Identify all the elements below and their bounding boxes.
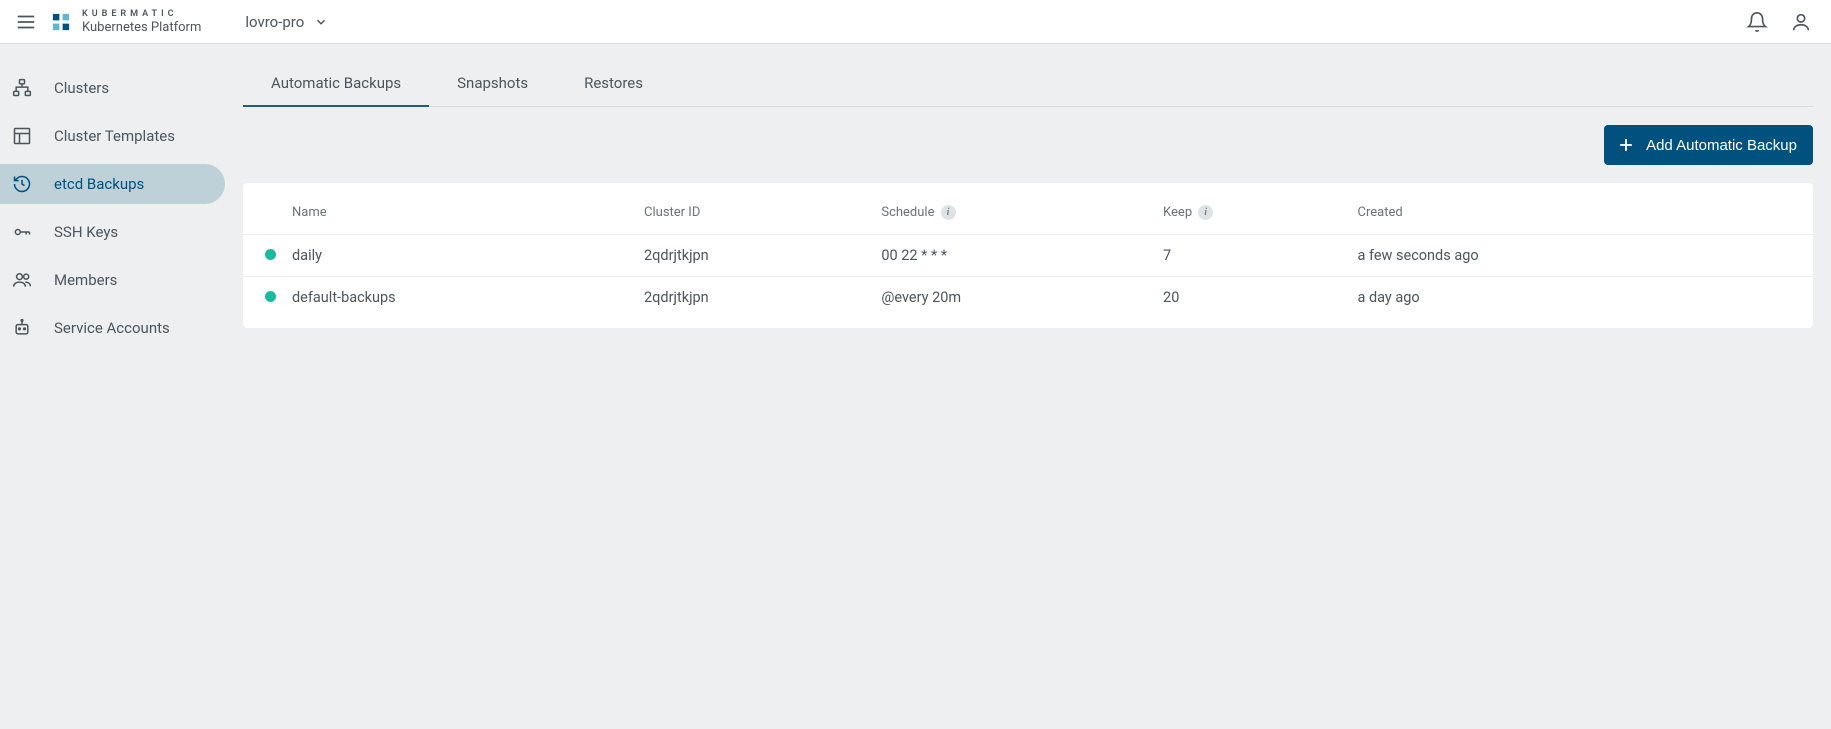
cell-created: a day ago xyxy=(1349,277,1753,329)
info-icon[interactable]: i xyxy=(1198,205,1213,220)
hamburger-icon xyxy=(15,11,37,33)
table-row[interactable]: default-backups 2qdrjtkjpn @every 20m 20… xyxy=(243,277,1813,329)
sidebar-item-cluster-templates[interactable]: Cluster Templates xyxy=(0,116,225,156)
plus-icon xyxy=(1616,135,1636,155)
cell-keep: 7 xyxy=(1155,235,1349,277)
project-name: lovro-pro xyxy=(245,13,304,31)
sidebar-item-label: Cluster Templates xyxy=(54,127,175,145)
chevron-down-icon xyxy=(314,15,328,29)
backups-table-card: Name Cluster ID Schedule i Keep i xyxy=(243,183,1813,328)
key-icon xyxy=(12,222,32,242)
cell-cluster-id: 2qdrjtkjpn xyxy=(636,277,873,329)
cell-name: daily xyxy=(284,235,636,277)
templates-icon xyxy=(12,126,32,146)
sidebar-item-service-accounts[interactable]: Service Accounts xyxy=(0,308,225,348)
tabs-bar: Automatic Backups Snapshots Restores xyxy=(243,56,1813,107)
tab-automatic-backups[interactable]: Automatic Backups xyxy=(243,56,429,106)
sidebar-item-label: Members xyxy=(54,271,117,289)
members-icon xyxy=(12,270,32,290)
notifications-button[interactable] xyxy=(1735,0,1779,44)
cell-cluster-id: 2qdrjtkjpn xyxy=(636,235,873,277)
user-icon xyxy=(1790,11,1812,33)
brand-logo[interactable]: KUBERMATIC Kubernetes Platform xyxy=(48,9,201,35)
sidebar-item-members[interactable]: Members xyxy=(0,260,225,300)
tab-snapshots[interactable]: Snapshots xyxy=(429,56,556,106)
header-text: Schedule xyxy=(881,205,934,220)
project-selector[interactable]: lovro-pro xyxy=(245,13,328,31)
tab-restores[interactable]: Restores xyxy=(556,56,671,106)
tab-label: Restores xyxy=(584,74,643,92)
tab-label: Automatic Backups xyxy=(271,74,401,92)
cell-keep: 20 xyxy=(1155,277,1349,329)
col-header-name[interactable]: Name xyxy=(284,183,636,235)
table-row[interactable]: daily 2qdrjtkjpn 00 22 * * * 7 a few sec… xyxy=(243,235,1813,277)
bell-icon xyxy=(1746,11,1768,33)
sidebar-item-label: Service Accounts xyxy=(54,319,170,337)
status-dot-healthy xyxy=(265,291,276,302)
cell-name: default-backups xyxy=(284,277,636,329)
info-icon[interactable]: i xyxy=(941,205,956,220)
col-header-cluster-id[interactable]: Cluster ID xyxy=(636,183,873,235)
col-header-schedule[interactable]: Schedule i xyxy=(873,183,1155,235)
kubermatic-logo-icon xyxy=(48,9,74,35)
history-icon xyxy=(12,174,32,194)
status-dot-healthy xyxy=(265,249,276,260)
sidebar-item-label: etcd Backups xyxy=(54,175,144,193)
user-account-button[interactable] xyxy=(1779,0,1823,44)
cell-schedule: 00 22 * * * xyxy=(873,235,1155,277)
clusters-icon xyxy=(12,78,32,98)
sidebar-item-etcd-backups[interactable]: etcd Backups xyxy=(0,164,225,204)
button-label: Add Automatic Backup xyxy=(1646,137,1797,154)
sidebar-item-ssh-keys[interactable]: SSH Keys xyxy=(0,212,225,252)
backups-table: Name Cluster ID Schedule i Keep i xyxy=(243,183,1813,328)
add-automatic-backup-button[interactable]: Add Automatic Backup xyxy=(1604,125,1813,165)
sidebar-nav: Clusters Cluster Templates etcd Backup xyxy=(0,44,225,356)
sidebar-item-label: Clusters xyxy=(54,79,109,97)
col-header-keep[interactable]: Keep i xyxy=(1155,183,1349,235)
header-text: Keep xyxy=(1163,205,1192,220)
sidebar-item-clusters[interactable]: Clusters xyxy=(0,68,225,108)
tab-label: Snapshots xyxy=(457,74,528,92)
app-header: KUBERMATIC Kubernetes Platform lovro-pro xyxy=(0,0,1831,44)
menu-toggle-button[interactable] xyxy=(8,4,44,40)
sidebar-item-label: SSH Keys xyxy=(54,223,118,241)
brand-line2: Kubernetes Platform xyxy=(82,21,201,34)
robot-icon xyxy=(12,318,32,338)
col-header-created[interactable]: Created xyxy=(1349,183,1753,235)
cell-schedule: @every 20m xyxy=(873,277,1155,329)
brand-line1: KUBERMATIC xyxy=(82,10,201,19)
main-content: Automatic Backups Snapshots Restores Add… xyxy=(225,44,1831,356)
cell-created: a few seconds ago xyxy=(1349,235,1753,277)
